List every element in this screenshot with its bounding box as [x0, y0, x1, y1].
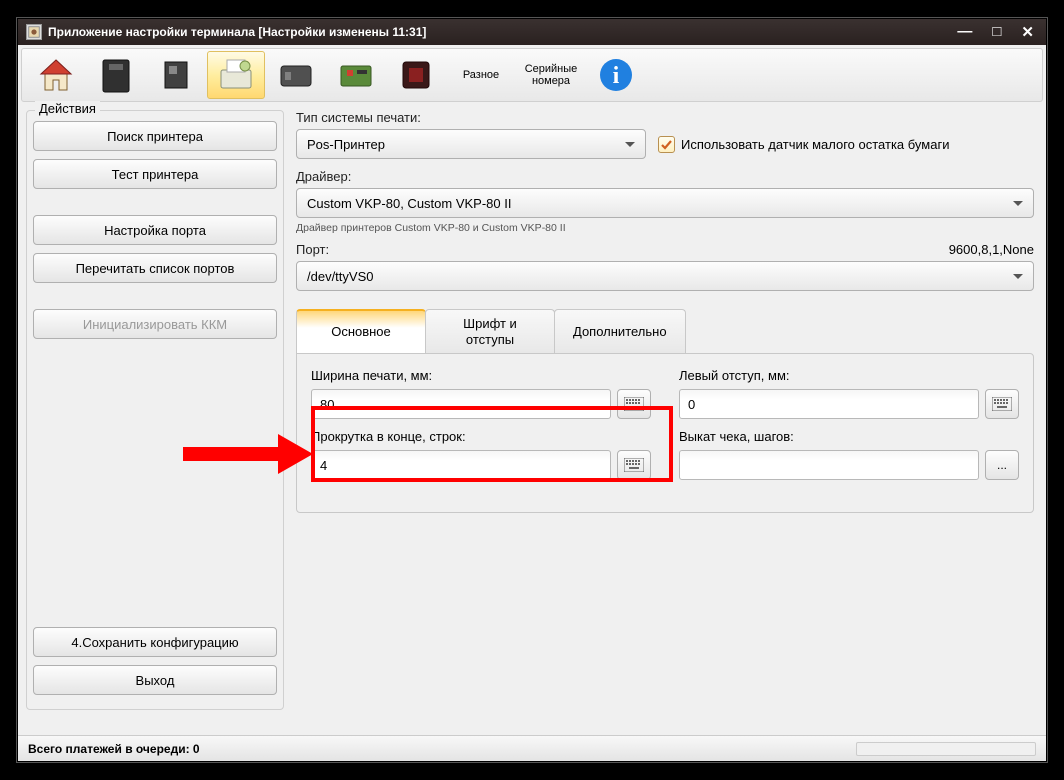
driver-hint: Драйвер принтеров Custom VKP-80 и Custom…: [296, 222, 1034, 234]
port-label: Порт:: [296, 242, 329, 257]
printer-icon: [215, 54, 257, 96]
window-controls: — □ ✕: [953, 23, 1038, 41]
port-select[interactable]: /dev/ttyVS0: [296, 261, 1034, 291]
tool-item-2[interactable]: [87, 51, 145, 99]
tool-misc[interactable]: Разное: [447, 51, 515, 99]
exit-button[interactable]: Выход: [33, 665, 277, 695]
tab-main[interactable]: Основное: [296, 309, 426, 353]
keyboard-button-1[interactable]: [617, 389, 651, 419]
tool-misc-label: Разное: [463, 69, 499, 81]
search-printer-button[interactable]: Поиск принтера: [33, 121, 277, 151]
sidebar: Действия Поиск принтера Тест принтера На…: [26, 110, 284, 728]
test-printer-button[interactable]: Тест принтера: [33, 159, 277, 189]
driver-select[interactable]: Custom VKP-80, Custom VKP-80 II: [296, 188, 1034, 218]
left-margin-label: Левый отступ, мм:: [679, 368, 1019, 383]
home-icon: [35, 54, 77, 96]
tab-main-content: Ширина печати, мм: Левый отступ, мм:: [296, 353, 1034, 513]
tool-item-3[interactable]: [147, 51, 205, 99]
svg-text:i: i: [613, 63, 620, 89]
tool-info[interactable]: i: [587, 51, 645, 99]
reread-ports-button[interactable]: Перечитать список портов: [33, 253, 277, 283]
status-text: Всего платежей в очереди: 0: [28, 742, 200, 756]
port-info: 9600,8,1,None: [949, 242, 1034, 257]
print-width-input[interactable]: [311, 389, 611, 419]
tool-printer[interactable]: [207, 51, 265, 99]
box-icon: [275, 54, 317, 96]
print-width-label: Ширина печати, мм:: [311, 368, 651, 383]
scroll-end-input[interactable]: [311, 450, 611, 480]
tab-font[interactable]: Шрифт и отступы: [425, 309, 555, 353]
eject-label: Выкат чека, шагов:: [679, 429, 1019, 444]
tool-serial-label: Серийные номера: [525, 63, 578, 87]
board-icon: [335, 54, 377, 96]
print-system-label: Тип системы печати:: [296, 110, 1034, 125]
tab-extra[interactable]: Дополнительно: [554, 309, 686, 353]
use-sensor-label: Использовать датчик малого остатка бумаг…: [681, 137, 949, 152]
actions-legend: Действия: [35, 101, 100, 116]
checkbox-icon: [658, 136, 675, 153]
use-sensor-checkbox[interactable]: Использовать датчик малого остатка бумаг…: [658, 136, 949, 153]
tool-item-5[interactable]: [267, 51, 325, 99]
keyboard-button-3[interactable]: [617, 450, 651, 480]
main-toolbar: Разное Серийные номера i: [21, 48, 1043, 102]
save-config-button[interactable]: 4.Сохранить конфигурацию: [33, 627, 277, 657]
driver-label: Драйвер:: [296, 169, 1034, 184]
window-title: Приложение настройки терминала [Настройк…: [48, 25, 953, 39]
status-progress: [856, 742, 1036, 756]
device-icon: [95, 54, 137, 96]
tool-serial[interactable]: Серийные номера: [517, 51, 585, 99]
eject-input[interactable]: [679, 450, 979, 480]
main-panel: Тип системы печати: Pos-Принтер Использо…: [292, 110, 1038, 728]
tool-home[interactable]: [27, 51, 85, 99]
keyboard-icon: [624, 397, 644, 411]
close-button[interactable]: ✕: [1017, 23, 1038, 41]
left-margin-input[interactable]: [679, 389, 979, 419]
scroll-end-label: Прокрутка в конце, строк:: [311, 429, 651, 444]
app-icon: [26, 24, 42, 40]
port-settings-button[interactable]: Настройка порта: [33, 215, 277, 245]
minimize-button[interactable]: —: [953, 23, 976, 41]
titlebar: Приложение настройки терминала [Настройк…: [18, 19, 1046, 45]
info-icon: i: [595, 54, 637, 96]
tool-item-6[interactable]: [327, 51, 385, 99]
keyboard-icon: [992, 397, 1012, 411]
print-system-select[interactable]: Pos-Принтер: [296, 129, 646, 159]
init-kkm-button[interactable]: Инициализировать ККМ: [33, 309, 277, 339]
tool-item-7[interactable]: [387, 51, 445, 99]
scanner-icon: [395, 54, 437, 96]
tabs: Основное Шрифт и отступы Дополнительно: [296, 309, 1034, 353]
component-icon: [155, 54, 197, 96]
more-button[interactable]: ...: [985, 450, 1019, 480]
maximize-button[interactable]: □: [988, 23, 1005, 41]
keyboard-button-2[interactable]: [985, 389, 1019, 419]
app-window: Приложение настройки терминала [Настройк…: [17, 18, 1047, 762]
statusbar: Всего платежей в очереди: 0: [18, 735, 1046, 761]
keyboard-icon: [624, 458, 644, 472]
